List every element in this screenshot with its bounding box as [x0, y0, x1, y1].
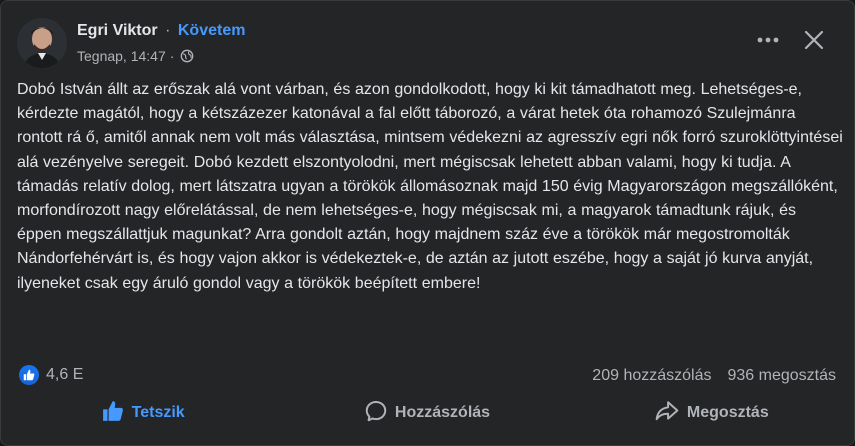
- like-button[interactable]: Tetszik: [1, 393, 285, 433]
- reaction-count[interactable]: 4,6 E: [46, 366, 83, 384]
- share-icon: [655, 400, 679, 427]
- thumbs-up-icon: [102, 400, 124, 427]
- follow-button[interactable]: Követem: [178, 22, 246, 39]
- post-card: Egri Viktor · Követem Tegnap, 14:47 · Do…: [0, 0, 855, 446]
- globe-icon[interactable]: [180, 49, 194, 63]
- like-label: Tetszik: [131, 404, 185, 421]
- more-options-icon[interactable]: [756, 28, 780, 52]
- post-header: Egri Viktor · Követem Tegnap, 14:47 ·: [17, 18, 838, 70]
- like-icon: [19, 365, 39, 385]
- reactions-summary[interactable]: 4,6 E: [19, 365, 83, 385]
- avatar[interactable]: [17, 18, 67, 68]
- post-timestamp[interactable]: Tegnap, 14:47: [77, 48, 166, 64]
- comment-icon: [365, 400, 387, 427]
- comment-button[interactable]: Hozzászólás: [285, 393, 569, 433]
- engagement-stats: 209 hozzászólás 936 megosztás: [592, 367, 836, 385]
- comment-count[interactable]: 209 hozzászólás: [592, 367, 711, 385]
- author-line: Egri Viktor · Követem: [77, 22, 245, 40]
- share-count[interactable]: 936 megosztás: [727, 367, 836, 385]
- author-name[interactable]: Egri Viktor: [77, 22, 158, 39]
- share-button[interactable]: Megosztás: [570, 393, 854, 433]
- share-label: Megosztás: [686, 404, 769, 421]
- action-bar: Tetszik Hozzászólás Megosztás: [1, 393, 854, 433]
- comment-label: Hozzászólás: [394, 404, 491, 421]
- meta-separator: ·: [169, 48, 175, 64]
- post-meta: Tegnap, 14:47 ·: [77, 48, 194, 64]
- post-body-text: Dobó István állt az erőszak alá vont vár…: [17, 81, 843, 292]
- name-separator: ·: [165, 22, 171, 39]
- close-icon[interactable]: [800, 26, 828, 54]
